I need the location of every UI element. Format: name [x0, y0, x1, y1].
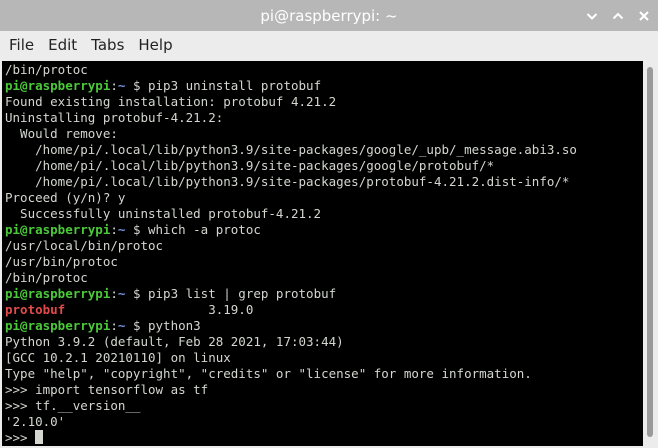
output-line: Would remove: — [5, 126, 118, 141]
chevron-up-icon — [612, 12, 624, 19]
prompt-symbol: $ — [125, 318, 148, 333]
command-text: pip3 list | grep protobuf — [148, 286, 337, 301]
output-line: Type "help", "copyright", "credits" or "… — [5, 366, 532, 381]
scrollbar[interactable] — [644, 59, 657, 448]
input-line: >>> — [5, 430, 577, 446]
output-line: >>> tf.__version__ — [5, 398, 141, 413]
output-line: Python 3.9.2 (default, Feb 28 2021, 17:0… — [5, 334, 344, 349]
prompt-line: pi@raspberrypi:~ $ python3 — [5, 318, 577, 334]
command-text: pip3 uninstall protobuf — [148, 78, 322, 93]
output-line: /home/pi/.local/lib/python3.9/site-packa… — [5, 158, 495, 173]
output-line: /bin/protoc — [5, 62, 88, 77]
prompt-symbol: $ — [125, 78, 148, 93]
window-controls — [584, 0, 652, 31]
prompt-symbol: $ — [125, 286, 148, 301]
window-title: pi@raspberrypi: ~ — [260, 6, 398, 25]
scrollbar-thumb[interactable] — [647, 67, 653, 437]
command-text: python3 — [148, 318, 201, 333]
prompt-user-host: pi@raspberrypi — [5, 78, 111, 93]
output-line: /usr/local/bin/protoc — [5, 238, 164, 253]
grep-result-line: protobuf 3.19.0 — [5, 302, 577, 318]
terminal-frame: /bin/protoc pi@raspberrypi:~ $ pip3 unins… — [0, 59, 658, 448]
prompt-user-host: pi@raspberrypi — [5, 222, 111, 237]
output-line: Successfully uninstalled protobuf-4.21.2 — [5, 206, 322, 221]
close-button[interactable] — [636, 8, 652, 24]
window-titlebar[interactable]: pi@raspberrypi: ~ — [0, 0, 658, 31]
prompt-separator: : — [110, 222, 118, 237]
menu-file[interactable]: File — [0, 31, 41, 59]
prompt-separator: : — [110, 286, 118, 301]
menu-help[interactable]: Help — [131, 31, 179, 59]
menu-tabs[interactable]: Tabs — [84, 31, 131, 59]
output-line: [GCC 10.2.1 20210110] on linux — [5, 350, 231, 365]
prompt-line: pi@raspberrypi:~ $ pip3 uninstall protob… — [5, 78, 577, 94]
menu-edit[interactable]: Edit — [41, 31, 84, 59]
prompt-line: pi@raspberrypi:~ $ which -a protoc — [5, 222, 577, 238]
chevron-down-icon — [586, 12, 598, 20]
prompt-symbol: $ — [125, 222, 148, 237]
text-cursor — [35, 430, 44, 444]
maximize-button[interactable] — [610, 8, 626, 24]
terminal-lines: /bin/protoc pi@raspberrypi:~ $ pip3 unins… — [5, 62, 577, 446]
prompt-separator: : — [110, 78, 118, 93]
prompt-separator: : — [110, 318, 118, 333]
output-line: '2.10.0' — [5, 414, 66, 429]
python-prompt: >>> — [5, 430, 36, 445]
minimize-button[interactable] — [584, 8, 600, 24]
grep-match: protobuf — [5, 302, 66, 317]
command-text: which -a protoc — [148, 222, 261, 237]
terminal-output[interactable]: /bin/protoc pi@raspberrypi:~ $ pip3 unins… — [2, 61, 643, 446]
prompt-user-host: pi@raspberrypi — [5, 286, 111, 301]
output-line: /home/pi/.local/lib/python3.9/site-packa… — [5, 174, 570, 189]
output-line: /usr/bin/protoc — [5, 254, 118, 269]
menu-bar: File Edit Tabs Help — [0, 31, 658, 59]
output-line: >>> import tensorflow as tf — [5, 382, 209, 397]
output-line: /bin/protoc — [5, 270, 88, 285]
package-version: 3.19.0 — [65, 302, 254, 317]
output-line: Proceed (y/n)? y — [5, 190, 126, 205]
close-icon — [639, 10, 649, 21]
output-line: Found existing installation: protobuf 4.… — [5, 94, 337, 109]
output-line: /home/pi/.local/lib/python3.9/site-packa… — [5, 142, 577, 157]
prompt-line: pi@raspberrypi:~ $ pip3 list | grep prot… — [5, 286, 577, 302]
output-line: Uninstalling protobuf-4.21.2: — [5, 110, 224, 125]
prompt-user-host: pi@raspberrypi — [5, 318, 111, 333]
